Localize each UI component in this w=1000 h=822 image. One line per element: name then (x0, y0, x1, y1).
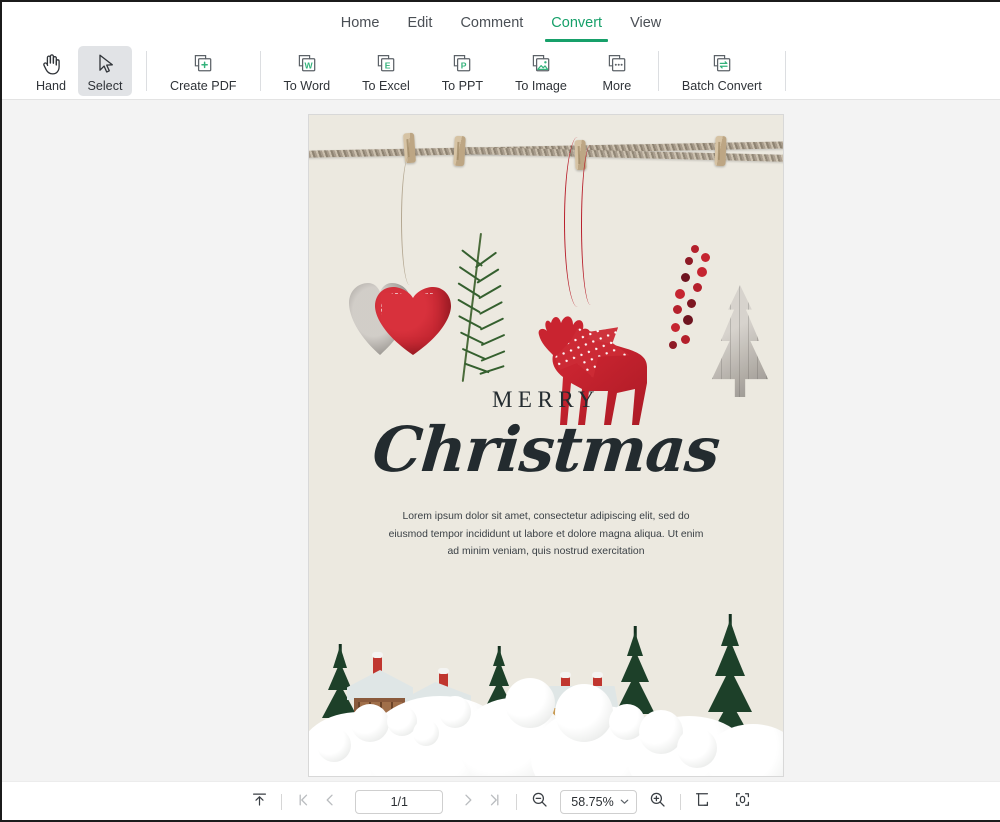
convert-toolbar: Hand Select Create PDF W To Word E To Ex… (2, 43, 1000, 99)
toolbar-divider-1 (146, 51, 147, 91)
doc-body-line-1: Lorem ipsum dolor sit amet, consectetur … (402, 511, 690, 522)
doc-heading-christmas: Christmas (369, 413, 723, 486)
to-ppt-icon: P (451, 52, 473, 76)
pine-sprig (449, 232, 511, 393)
tab-view[interactable]: View (616, 7, 675, 39)
fit-page-icon (694, 791, 711, 813)
fit-visible-button[interactable] (730, 789, 756, 815)
snowball-e (555, 684, 613, 742)
red-berry-sprig (661, 243, 727, 363)
snowball-j (677, 728, 717, 768)
status-divider-2 (516, 794, 518, 810)
tool-create-pdf[interactable]: Create PDF (161, 46, 246, 96)
ribbon-tab-bar: Home Edit Comment Convert View (2, 2, 1000, 43)
pdf-page-1[interactable]: MERRY Christmas Lorem ipsum dolor sit am… (308, 114, 784, 777)
snowball-i (439, 696, 471, 728)
tool-to-excel[interactable]: E To Excel (353, 46, 419, 96)
pdf-editor-window: Home Edit Comment Convert View Hand Sele… (0, 0, 1000, 822)
snowball-c (413, 720, 439, 746)
fit-visible-icon (734, 791, 751, 813)
hanging-string-heart (401, 155, 418, 285)
to-excel-icon: E (375, 52, 397, 76)
first-page-icon (296, 792, 312, 813)
clothespin-2 (453, 135, 466, 167)
tool-to-excel-label: To Excel (362, 78, 410, 93)
zoom-out-button[interactable] (526, 789, 552, 815)
tool-more[interactable]: More (590, 46, 644, 96)
doc-body-line-2: eiusmod tempor incididunt ut labore et d… (388, 528, 704, 540)
tool-to-ppt-label: To PPT (441, 78, 484, 93)
hand-icon (41, 52, 62, 76)
page-indicator-value: 1/1 (390, 795, 408, 809)
status-bar: 1/1 58.75% (2, 781, 1000, 822)
tool-more-label: More (602, 78, 632, 93)
snowball-d (505, 678, 555, 728)
snowball-a (351, 704, 389, 742)
doc-heading-merry: MERRY (491, 387, 601, 412)
tool-to-image-label: To Image (515, 78, 567, 93)
doc-body-text: Lorem ipsum dolor sit amet, consectetur … (357, 508, 735, 561)
zoom-level-value: 58.75% (571, 795, 614, 809)
to-word-icon: W (296, 52, 318, 76)
page-indicator-input[interactable]: 1/1 (355, 790, 444, 814)
chevron-down-icon (620, 793, 629, 811)
toolbar-divider-3 (657, 51, 659, 91)
clothespin-4 (714, 135, 727, 167)
to-image-icon (530, 52, 552, 76)
scroll-to-top-button[interactable] (246, 789, 272, 815)
tool-to-word-label: To Word (283, 78, 331, 93)
tool-hand-label: Hand (35, 78, 67, 93)
status-divider-1 (281, 794, 283, 810)
tool-create-pdf-label: Create PDF (170, 78, 237, 93)
tool-to-word[interactable]: W To Word (275, 46, 340, 96)
status-divider-3 (679, 794, 681, 810)
create-pdf-icon (192, 52, 214, 76)
zoom-out-icon (531, 791, 548, 813)
tool-to-ppt[interactable]: P To PPT (433, 46, 492, 96)
scroll-to-top-icon (251, 791, 268, 813)
svg-text:W: W (304, 60, 313, 70)
next-page-icon (460, 792, 476, 813)
tool-select[interactable]: Select (78, 46, 132, 96)
tab-comment[interactable]: Comment (446, 7, 537, 39)
tab-edit[interactable]: Edit (393, 7, 446, 39)
last-page-button[interactable] (481, 789, 507, 815)
batch-convert-icon (711, 52, 733, 76)
previous-page-icon (322, 792, 338, 813)
tool-batch-convert-label: Batch Convert (681, 78, 762, 93)
more-dots-icon (606, 52, 628, 76)
cursor-arrow-icon (95, 52, 115, 76)
previous-page-button[interactable] (317, 789, 343, 815)
tool-batch-convert[interactable]: Batch Convert (673, 46, 771, 96)
doc-body-line-3: ad minim veniam, quis nostrud exercitati… (447, 546, 645, 557)
tab-convert[interactable]: Convert (537, 7, 616, 42)
zoom-level-select[interactable]: 58.75% (560, 790, 637, 814)
fit-page-button[interactable] (690, 789, 716, 815)
tool-to-image[interactable]: To Image (506, 46, 576, 96)
tool-select-label: Select (87, 78, 123, 93)
snow-village-scene (309, 590, 783, 776)
tool-hand[interactable]: Hand (24, 46, 78, 96)
toolbar-divider-2 (259, 51, 261, 91)
svg-text:P: P (461, 60, 467, 70)
roof-white-house (347, 670, 413, 700)
snowball-h (317, 728, 351, 762)
next-page-button[interactable] (455, 789, 481, 815)
zoom-in-icon (649, 791, 666, 813)
hanging-string-deer-2 (581, 145, 600, 305)
tab-home[interactable]: Home (327, 7, 394, 39)
document-canvas[interactable]: MERRY Christmas Lorem ipsum dolor sit am… (2, 99, 1000, 782)
last-page-icon (486, 792, 502, 813)
zoom-in-button[interactable] (645, 789, 671, 815)
svg-text:E: E (385, 60, 391, 70)
first-page-button[interactable] (291, 789, 317, 815)
toolbar-divider-4 (784, 51, 786, 91)
